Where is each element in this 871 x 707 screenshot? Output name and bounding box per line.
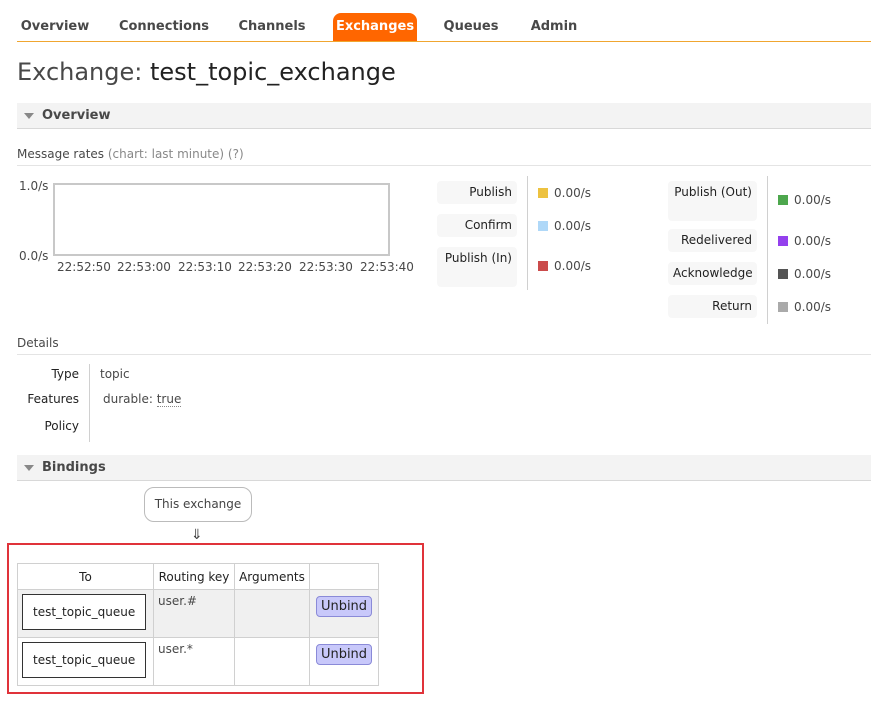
rate-label-confirm[interactable]: Confirm [437,214,517,237]
message-rates-title: Message rates (chart: last minute) (?) [17,147,871,166]
tab-channels[interactable]: Channels [235,13,309,41]
features-value: durable: true [103,392,182,407]
x-tick-label: 22:53:30 [299,260,353,274]
column-header: Arguments [234,563,310,590]
table-row: test_topic_queue user.# Unbind [17,589,379,638]
policy-label: Policy [44,419,79,433]
action-cell: Unbind [309,637,379,686]
page-title-prefix: Exchange: [17,58,143,86]
rate-value-acknowledge: 0.00/s [778,267,831,281]
rate-value-publish-in: 0.00/s [538,259,591,273]
legend-swatch [538,261,548,271]
routing-key-cell: user.# [153,589,235,638]
tab-queues[interactable]: Queues [437,13,505,41]
collapse-triangle-icon [24,113,34,119]
rate-value-redelivered: 0.00/s [778,234,831,248]
down-arrow-icon: ⇓ [191,527,203,543]
rates-divider [767,176,768,324]
durable-value: true [156,392,182,407]
legend-swatch [778,236,788,246]
column-header [309,563,379,590]
x-tick-label: 22:53:00 [117,260,171,274]
table-row: test_topic_queue user.* Unbind [17,637,379,686]
features-label: Features [27,392,79,406]
this-exchange-box: This exchange [144,487,252,522]
tab-connections[interactable]: Connections [113,13,215,41]
page-title: Exchange: test_topic_exchange [17,58,396,86]
type-value: topic [100,367,130,381]
bindings-table: To Routing key Arguments test_topic_queu… [17,563,379,686]
binding-destination-cell: test_topic_queue [17,589,154,638]
queue-link[interactable]: test_topic_queue [22,642,147,678]
column-header: To [17,563,154,590]
chart-range-link[interactable]: (chart: last minute) [108,147,224,161]
legend-swatch [538,188,548,198]
x-tick-label: 22:52:50 [57,260,111,274]
overview-section-title: Overview [42,108,111,123]
rate-label-publish-in[interactable]: Publish (In) [437,247,517,287]
x-tick-label: 22:53:40 [360,260,414,274]
rate-label-publish-out[interactable]: Publish (Out) [668,181,757,221]
overview-section-toggle[interactable]: Overview [17,103,871,129]
rate-label-acknowledge[interactable]: Acknowledge [668,262,757,285]
rate-value-return: 0.00/s [778,300,831,314]
legend-swatch [778,269,788,279]
rate-label-redelivered[interactable]: Redelivered [668,229,757,252]
top-nav: Overview Connections Channels Exchanges … [17,13,871,42]
bindings-section-title: Bindings [42,460,106,475]
rate-value-publish: 0.00/s [538,186,591,200]
binding-destination-cell: test_topic_queue [17,637,154,686]
action-cell: Unbind [309,589,379,638]
rate-label-publish[interactable]: Publish [437,181,517,204]
rate-value-publish-out: 0.00/s [778,193,831,207]
unbind-button[interactable]: Unbind [315,644,373,665]
rate-label-return[interactable]: Return [668,295,757,318]
help-link[interactable]: (?) [228,147,244,161]
legend-swatch [778,302,788,312]
arguments-cell [234,637,310,686]
bindings-section-toggle[interactable]: Bindings [17,455,871,481]
y-axis-max-label: 1.0/s [19,179,49,193]
legend-swatch [538,221,548,231]
type-label: Type [51,367,79,381]
message-rates-chart [53,183,390,256]
features-key: durable: [103,392,153,406]
rate-value-confirm: 0.00/s [538,219,591,233]
y-axis-min-label: 0.0/s [19,249,49,263]
exchange-name: test_topic_exchange [150,58,396,86]
unbind-button[interactable]: Unbind [315,596,373,617]
message-rates-label: Message rates [17,147,105,161]
details-divider [89,364,90,442]
x-tick-label: 22:53:20 [238,260,292,274]
tab-overview[interactable]: Overview [17,13,93,41]
column-header: Routing key [153,563,235,590]
x-tick-label: 22:53:10 [178,260,232,274]
queue-link[interactable]: test_topic_queue [22,594,147,630]
tab-admin[interactable]: Admin [525,13,583,41]
rates-divider [527,176,528,290]
routing-key-cell: user.* [153,637,235,686]
details-title: Details [17,336,871,355]
legend-swatch [778,195,788,205]
arguments-cell [234,589,310,638]
collapse-triangle-icon [24,465,34,471]
tab-exchanges[interactable]: Exchanges [333,13,417,41]
